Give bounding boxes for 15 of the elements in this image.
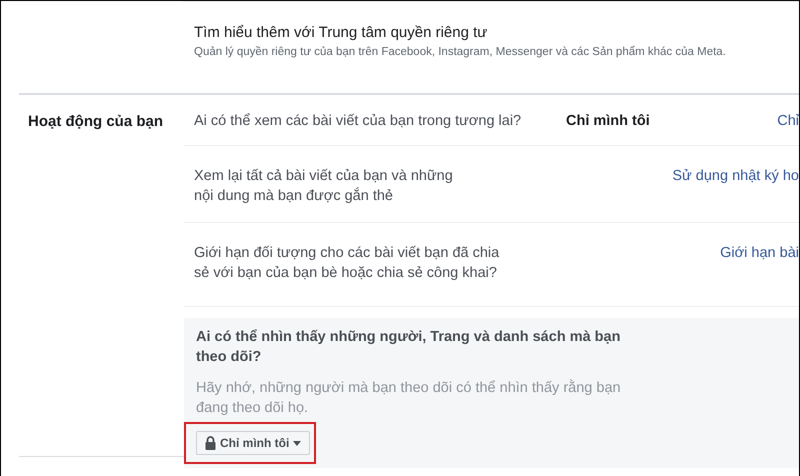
setting-question: Giới hạn đối tượng cho các bài viết bạn đã chia sẻ với bạn của bạn bè hoặc chia sẻ công khai?	[194, 244, 500, 283]
edit-link[interactable]: Chỉ	[777, 111, 799, 131]
lock-icon	[205, 436, 216, 450]
section-label: Hoạt động của bạn	[27, 112, 164, 130]
privacy-center-link[interactable]: Tìm hiểu thêm với Trung tâm quyền riêng tư	[194, 23, 799, 42]
setting-question: Ai có thể nhìn thấy những người, Trang và danh sách mà bạn theo dõi?	[196, 328, 620, 367]
caret-icon	[293, 440, 302, 446]
setting-note: Hãy nhớ, những người mà bạn theo dõi có thể nhìn thấy rằng bạn đang theo dõi họ.	[196, 378, 621, 418]
privacy-center-description: Quản lý quyền riêng tư của bạn trên Facebook, Instagram, Messenger và các Sản phẩm khác của Meta.	[194, 45, 727, 60]
setting-value: Chỉ mình tôi	[566, 112, 650, 131]
edit-link[interactable]: Giới hạn bài	[720, 243, 799, 263]
setting-question: Xem lại tất cả bài viết của bạn và những nội dung mà bạn được gắn thẻ	[194, 167, 454, 206]
audience-dropdown[interactable]: Chỉ mình tôi	[196, 431, 310, 455]
edit-link[interactable]: Sử dụng nhật ký ho	[672, 166, 799, 186]
setting-question: Ai có thể xem các bài viết của bạn trong tương lai?	[194, 112, 522, 131]
